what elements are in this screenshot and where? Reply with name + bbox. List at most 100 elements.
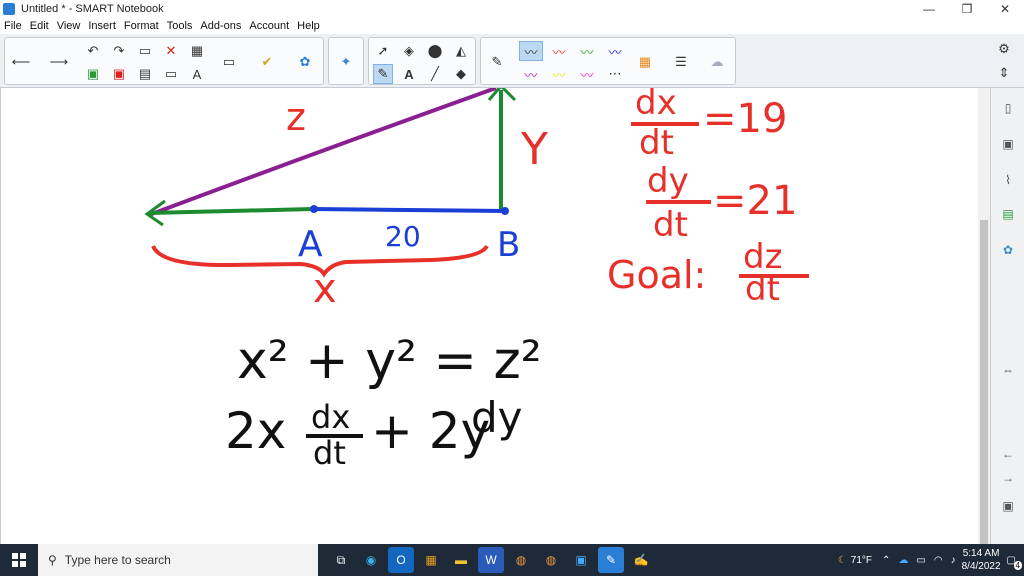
back-arrow-icon[interactable]: ⟵ (11, 52, 31, 72)
next-page-icon[interactable]: → (998, 468, 1018, 488)
delete-icon[interactable]: ✕ (161, 41, 181, 61)
pens-icon[interactable]: ✎ (373, 64, 393, 84)
toolbar-group-widgets: ✦ (328, 37, 364, 85)
line-style-icon[interactable]: ☰ (671, 52, 691, 72)
attachments-icon[interactable]: ⌇ (998, 170, 1018, 190)
table-icon[interactable]: ▦ (187, 41, 207, 61)
word-icon[interactable]: W (478, 547, 504, 573)
color-palette-icon[interactable]: ▦ (635, 52, 655, 72)
menu-format[interactable]: Format (120, 20, 163, 32)
magic-check-icon[interactable]: ✔ (257, 52, 277, 72)
search-icon: ⚲ (48, 553, 57, 567)
pen-dashed-icon[interactable]: ⋯ (603, 64, 627, 84)
menu-view[interactable]: View (53, 20, 85, 32)
wifi-icon[interactable]: ◠ (934, 555, 943, 566)
forward-arrow-icon[interactable]: ⟶ (49, 52, 69, 72)
weather-moon-icon: ☾ (837, 554, 847, 566)
base-blue-line (312, 207, 508, 213)
widget-icon[interactable]: ✦ (336, 52, 356, 72)
hypotenuse-z-line (148, 88, 497, 217)
minimize-button[interactable]: — (910, 0, 948, 18)
menu-bar: File Edit View Insert Format Tools Add-o… (0, 18, 1024, 34)
pen-purple-icon[interactable]: 〰 (519, 64, 543, 84)
pen-black-icon[interactable]: 〰 (519, 41, 543, 61)
pen-app-icon[interactable]: ✍ (628, 547, 654, 573)
store-icon[interactable]: ▦ (418, 547, 444, 573)
gallery-icon[interactable]: ▣ (998, 134, 1018, 154)
menu-file[interactable]: File (0, 20, 26, 32)
open-file-icon[interactable]: ▭ (135, 41, 155, 61)
paint-bucket-icon[interactable]: ◭ (451, 41, 471, 61)
select-icon[interactable]: ➚ (373, 41, 393, 61)
tray-chevron-icon[interactable]: ⌃ (882, 555, 890, 566)
pen-red-icon[interactable]: 〰 (547, 41, 571, 61)
pen-magenta-icon[interactable]: 〰 (575, 64, 599, 84)
equation2-denominator: dt (313, 434, 346, 472)
redo-icon[interactable]: ↷ (109, 41, 129, 61)
toolbar-move-icon[interactable]: ⇕ (994, 63, 1014, 83)
screen-app-icon[interactable]: ▣ (568, 547, 594, 573)
point-b-dot (501, 207, 509, 215)
whiteboard-canvas[interactable]: z Y A 20 B x dx dt =19 dy dt =21 Goal: d… (0, 88, 978, 544)
menu-insert[interactable]: Insert (84, 20, 120, 32)
clock-time: 5:14 AM (962, 548, 1000, 559)
taskbar-search[interactable]: ⚲ Type here to search (38, 544, 318, 576)
shapes-icon[interactable]: ◈ (399, 41, 419, 61)
canvas-scrollbar[interactable] (978, 88, 990, 570)
windows-logo-icon (12, 553, 26, 567)
smart-notebook-task-icon[interactable]: ✎ (598, 547, 624, 573)
undo-icon[interactable]: ↶ (83, 41, 103, 61)
pen-yellow-icon[interactable]: 〰 (547, 64, 571, 84)
rate2-numerator: dy (647, 161, 689, 201)
menu-help[interactable]: Help (293, 20, 324, 32)
settings-gear-icon[interactable]: ⚙ (994, 39, 1014, 59)
add-page-sidebar-icon[interactable]: ▣ (998, 496, 1018, 516)
menu-add-ons[interactable]: Add-ons (196, 20, 245, 32)
rate1-numerator: dx (635, 88, 677, 123)
volume-icon[interactable]: ♪ (951, 555, 956, 566)
previous-page-icon[interactable]: ← (998, 444, 1018, 464)
close-button[interactable]: ✕ (986, 0, 1024, 18)
chrome-profile-icon[interactable]: ◍ (538, 547, 564, 573)
goal-denominator: dt (745, 269, 780, 309)
display-icon[interactable]: ▭ (161, 64, 181, 84)
pen-blue-icon[interactable]: 〰 (603, 41, 627, 61)
line-icon[interactable]: ╱ (425, 64, 445, 84)
properties-icon[interactable]: ▤ (998, 204, 1018, 224)
rate1-value: =19 (703, 96, 787, 142)
delete-page-icon[interactable]: ▣ (109, 64, 129, 84)
pen-green-icon[interactable]: 〰 (575, 41, 599, 61)
pen-icon[interactable]: ✎ (487, 52, 507, 72)
page-sorter-icon[interactable]: ▯ (998, 98, 1018, 118)
screen-capture-icon[interactable]: ▭ (219, 52, 239, 72)
battery-icon[interactable]: ▭ (916, 555, 925, 566)
right-sidebar: ▯ ▣ ⌇ ▤ ✿ ⇔ ← → ▣ (990, 88, 1024, 544)
addons-sidebar-icon[interactable]: ✿ (998, 240, 1018, 260)
start-button[interactable] (0, 544, 38, 576)
onedrive-icon[interactable]: ☁ (898, 555, 908, 566)
windows-taskbar: ⚲ Type here to search ⧉ ◉ O ▦ ▬ W ◍ ◍ ▣ … (0, 544, 1024, 576)
text-tool-icon[interactable]: A (399, 64, 419, 84)
chrome-icon[interactable]: ◍ (508, 547, 534, 573)
maximize-button[interactable]: ❐ (948, 0, 986, 18)
move-sidebar-icon[interactable]: ⇔ (998, 360, 1018, 380)
weather-temp[interactable]: 71°F (851, 555, 872, 566)
add-page-icon[interactable]: ▣ (83, 64, 103, 84)
menu-edit[interactable]: Edit (26, 20, 53, 32)
notification-center-icon[interactable]: ▢ 4 (1007, 555, 1022, 570)
add-on-icon[interactable]: ✿ (295, 52, 315, 72)
menu-tools[interactable]: Tools (163, 20, 197, 32)
scrollbar-thumb[interactable] (980, 220, 988, 570)
menu-account[interactable]: Account (245, 20, 293, 32)
save-icon[interactable]: ▤ (135, 64, 155, 84)
outlook-icon[interactable]: O (388, 547, 414, 573)
eraser-icon[interactable]: ◆ (451, 64, 471, 84)
edge-icon[interactable]: ◉ (358, 547, 384, 573)
fill-effects-icon[interactable]: ☁ (707, 52, 727, 72)
text-format-icon[interactable]: A (187, 64, 207, 84)
clock[interactable]: 5:14 AM 8/4/2022 (962, 547, 1001, 573)
file-explorer-icon[interactable]: ▬ (448, 547, 474, 573)
fill-icon[interactable]: ⬤ (425, 41, 445, 61)
label-b: B (497, 225, 520, 265)
task-view-icon[interactable]: ⧉ (328, 547, 354, 573)
